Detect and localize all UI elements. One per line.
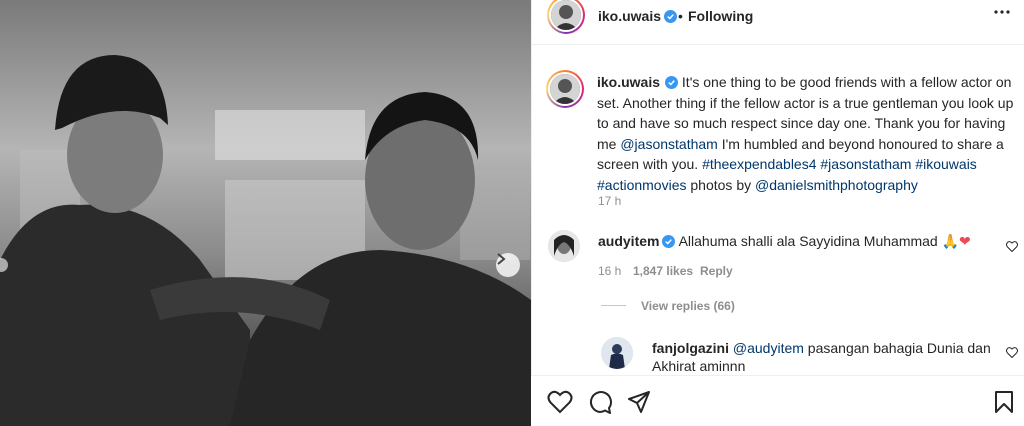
replies-divider — [601, 305, 626, 306]
header-divider — [532, 44, 1024, 45]
avatar-photo-icon — [548, 230, 580, 262]
verified-badge-icon — [665, 76, 679, 89]
chevron-right-icon — [497, 253, 506, 265]
caption-avatar[interactable] — [546, 70, 584, 108]
carousel-next-button[interactable] — [496, 253, 520, 277]
comment-likes[interactable]: 1,847 likes — [633, 264, 693, 278]
comment-text: audyitem Allahuma shalli ala Sayyidina M… — [598, 233, 971, 250]
caption-username[interactable]: iko.uwais — [597, 74, 660, 90]
reply-label[interactable]: Reply — [700, 264, 733, 278]
reply-username[interactable]: fanjolgazini — [652, 340, 729, 356]
verified-badge-icon — [664, 10, 678, 23]
following-button[interactable]: Following — [688, 8, 753, 24]
comment-bubble-icon[interactable] — [588, 390, 612, 414]
avatar-photo-icon — [601, 337, 633, 369]
author-avatar[interactable] — [547, 0, 585, 34]
reply-avatar[interactable] — [601, 337, 633, 369]
reply-text: fanjolgazini @audyitem pasangan bahagia … — [652, 339, 992, 375]
post-header: iko.uwais • Following — [532, 0, 1024, 36]
caption-body-3: photos by — [686, 176, 755, 193]
author-username[interactable]: iko.uwais — [598, 8, 678, 24]
mention-link[interactable]: @jasonstatham — [620, 136, 717, 152]
like-reply-heart-icon[interactable] — [1006, 347, 1018, 358]
save-bookmark-icon[interactable] — [994, 390, 1014, 414]
avatar-photo-icon — [551, 0, 581, 30]
like-heart-icon[interactable] — [547, 390, 573, 414]
reply-mention[interactable]: @audyitem — [733, 340, 804, 356]
post-photo[interactable] — [0, 0, 531, 426]
more-options-icon[interactable] — [994, 10, 1010, 14]
commenter-avatar[interactable] — [548, 230, 580, 262]
comment-emoji: 🙏❤ — [941, 233, 971, 249]
header-bullet: • — [678, 8, 683, 24]
photo-illustration — [0, 0, 531, 426]
mention-link[interactable]: @danielsmithphotography — [755, 177, 918, 193]
comment-body: Allahuma shalli ala Sayyidina Muhammad — [675, 233, 942, 249]
comment-reply-button[interactable]: Reply — [700, 264, 733, 278]
avatar-photo-icon — [550, 74, 580, 104]
share-send-icon[interactable] — [627, 390, 651, 414]
caption-text: iko.uwais It's one thing to be good frie… — [597, 72, 1022, 195]
caption-timestamp[interactable]: 17 h — [598, 194, 621, 208]
action-bar — [531, 375, 1024, 426]
comment-username[interactable]: audyitem — [598, 233, 659, 249]
view-replies-button[interactable]: View replies (66) — [641, 299, 735, 313]
like-comment-heart-icon[interactable] — [1006, 241, 1018, 252]
comment-likes-text[interactable]: 1,847 likes — [633, 264, 693, 278]
author-username-text[interactable]: iko.uwais — [598, 8, 661, 24]
comment-time[interactable]: 16 h — [598, 264, 621, 278]
verified-badge-icon — [662, 235, 676, 248]
